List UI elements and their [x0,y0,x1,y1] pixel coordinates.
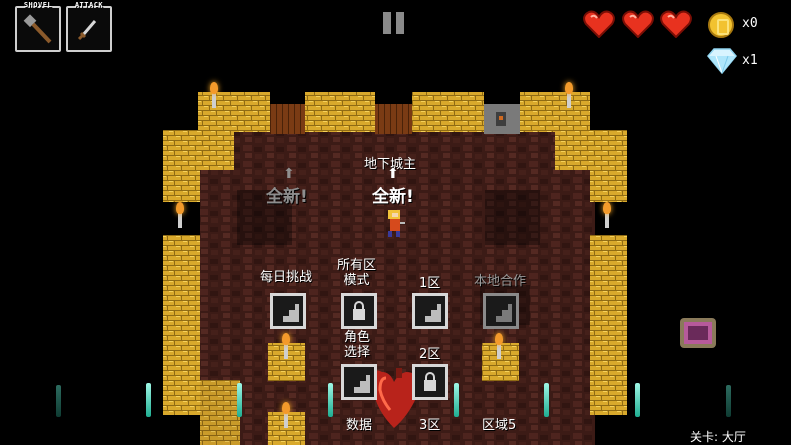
label-local-coop: 本地合作 [474,274,527,289]
dagger-icon [77,20,97,41]
stairs-icon [490,304,512,322]
label-new-center: 全新! [372,187,414,207]
stairs-zone-2-locked[interactable] [412,364,448,400]
stairs-character-select[interactable] [341,364,377,400]
torch-flame-icon [495,333,503,345]
torch [178,212,182,228]
stairs-zone-1[interactable] [412,293,448,329]
heart-icon [660,10,692,38]
pause-icon [383,12,391,34]
lock-icon [424,372,436,391]
pause-button[interactable] [380,10,410,38]
torch [212,92,216,108]
coin-icon [708,12,734,38]
attack-label: ATTACK [74,1,104,9]
crystal-icon [726,385,731,417]
up-arrow-icon: ⬆ [387,166,399,182]
torch [567,92,571,108]
torch-flame-icon [565,82,573,94]
crystal-icon [544,383,549,417]
label-new-left: 全新! [266,187,308,207]
crystal-icon [146,383,151,417]
merchant-chest [680,318,716,348]
up-arrow-icon: ⬆ [283,166,295,182]
torch [284,343,288,359]
heart-icon [583,10,615,38]
crystal-icon [635,383,640,417]
label-character-select: 角色 选择 [344,330,371,360]
shovel-slot[interactable]: SHOVEL [15,1,61,52]
torch [284,412,288,428]
label-zone-3: 3区 [419,418,441,433]
crystal-icon [454,383,459,417]
torch-flame-icon [282,402,290,414]
stairs-icon [348,375,370,393]
label-zone-1: 1区 [419,276,441,291]
label-all-zones-mode: 所有区 模式 [337,258,377,288]
dungeon-lobby [163,92,716,445]
heart-icon [622,10,654,38]
stairs-daily-challenge[interactable] [270,293,306,329]
torch [605,212,609,228]
label-zone-5: 区域5 [482,418,517,433]
crystal-icon [237,383,242,417]
stairs-all-zones-locked[interactable] [341,293,377,329]
torch-flame-icon [210,82,218,94]
stairs-icon [277,304,299,322]
label-daily-challenge: 每日挑战 [260,270,313,285]
torch-flame-icon [603,202,611,214]
stairs-icon [419,304,441,322]
diamond-count: x1 [742,53,758,68]
torch-flame-icon [282,333,290,345]
lock-icon [353,301,365,320]
shovel-label: SHOVEL [23,1,53,9]
shovel-icon [23,14,52,44]
pause-icon [396,12,404,34]
level-indicator: 关卡: 大厅 [690,430,746,444]
torch [497,343,501,359]
label-stats: 数据 [346,418,373,433]
diamond-icon [707,48,737,74]
label-zone-2: 2区 [419,347,441,362]
crystal-icon [328,383,333,417]
crystal-icon [56,385,61,417]
coin-count: x0 [742,16,758,31]
torch-flame-icon [176,202,184,214]
attack-slot[interactable]: ATTACK [66,1,112,52]
stairs-local-coop[interactable] [483,293,519,329]
